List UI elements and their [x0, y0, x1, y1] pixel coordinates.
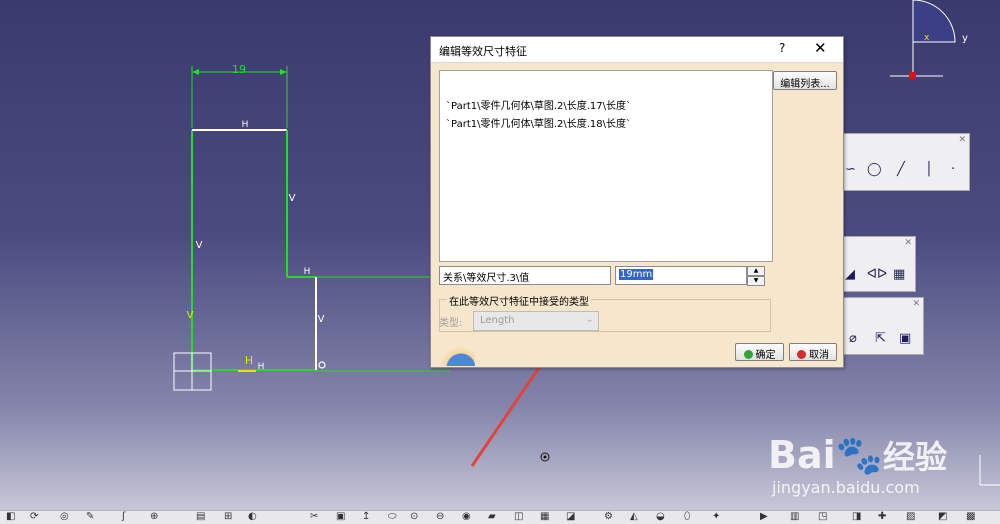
ellipse-icon[interactable]: ◯ [867, 162, 882, 177]
constraint-h: H [258, 362, 265, 372]
constraint-v: V [318, 314, 325, 325]
dimension-label[interactable]: 19 [232, 63, 246, 76]
eraser-icon[interactable]: ◢ [845, 267, 855, 282]
toolbar-icon[interactable]: ⬯ [684, 511, 690, 522]
constraint-v: V [196, 240, 203, 251]
constraint-toolbar[interactable]: ✕ ⌀ ⇱ ▣ [842, 297, 924, 355]
close-icon[interactable]: ✕ [814, 39, 827, 57]
type-label: 类型: [439, 318, 463, 329]
close-icon[interactable]: ✕ [958, 135, 966, 145]
close-icon[interactable]: ✕ [912, 299, 920, 309]
line-icon[interactable]: ╱ [897, 162, 905, 177]
value-input[interactable]: 19mm [615, 266, 747, 285]
dimension-icon[interactable]: ⇱ [875, 331, 886, 346]
cancel-icon [797, 350, 806, 359]
edit-list-button[interactable]: 编辑列表... [773, 71, 837, 90]
value-text: 19mm [619, 269, 654, 280]
mirror-icon[interactable]: ᐊᐅ [867, 267, 887, 282]
toolbar-icon[interactable]: ⊙ [410, 511, 418, 522]
toolbar-icon[interactable]: ◧ [6, 511, 15, 522]
catia-logo-icon [431, 342, 475, 366]
ok-button[interactable]: 确定 [735, 343, 784, 361]
bottom-toolbar[interactable]: ◧ ⟳ ◎ ✎ ʃ ⊕ ▤ ⊞ ◐ ✂ ▣ ↥ ⬭ ⊙ ⊖ ◉ ▰ ◫ ▦ ◪ … [0, 510, 1000, 524]
toolbar-icon[interactable]: ◫ [514, 511, 523, 522]
toolbar-icon[interactable]: ▦ [540, 511, 549, 522]
toolbar-icon[interactable]: ↥ [362, 511, 370, 522]
point-tool-icon[interactable]: · [951, 162, 955, 177]
axis-y-label: y [962, 33, 968, 44]
relation-field[interactable]: 关系\等效尺寸.3\值 [439, 266, 611, 285]
toolbar-icon[interactable]: ✎ [86, 511, 94, 522]
toolbar-icon[interactable]: ◭ [630, 511, 638, 522]
constraint-v: V [187, 310, 194, 321]
compass-icon[interactable] [912, 0, 956, 43]
constraint-icon[interactable]: ⌀ [849, 331, 857, 346]
toolbar-icon[interactable]: ◳ [818, 511, 827, 522]
cancel-button[interactable]: 取消 [789, 343, 837, 361]
dialog-title: 编辑等效尺寸特征 [439, 45, 527, 58]
axis-x-label: x [924, 33, 930, 43]
type-value: Length [480, 315, 515, 326]
point-icon [318, 361, 326, 369]
toolbar-icon[interactable]: ◐ [248, 511, 257, 522]
help-icon[interactable]: ? [779, 41, 785, 55]
equivalent-dimension-dialog: 编辑等效尺寸特征 ? ✕ `Part1\零件几何体\草图.2\长度.17\长度`… [430, 36, 844, 368]
parameter-list[interactable]: `Part1\零件几何体\草图.2\长度.17\长度` `Part1\零件几何体… [439, 70, 773, 262]
constraint-h: H [245, 354, 253, 367]
toolbar-icon[interactable]: ▨ [906, 511, 915, 522]
origin-point-icon [909, 72, 916, 79]
toolbar-icon[interactable]: ▣ [336, 511, 345, 522]
constraint-v: V [289, 193, 296, 204]
dialog-titlebar[interactable]: 编辑等效尺寸特征 ? ✕ [431, 37, 843, 63]
watermark-brand: Bai🐾经验 [768, 433, 947, 477]
toolbar-icon[interactable]: ◉ [462, 511, 471, 522]
fix-icon[interactable]: ▣ [899, 331, 911, 346]
toolbar-icon[interactable]: ◎ [60, 511, 69, 522]
value-spinner[interactable]: ▲ ▼ [747, 266, 765, 286]
relation-value: 关系\等效尺寸.3\值 [443, 273, 530, 284]
toolbar-icon[interactable]: ⊞ [224, 511, 232, 522]
type-select[interactable]: Length ⌄ [473, 311, 599, 331]
profile-line[interactable] [191, 130, 316, 371]
toolbar-icon[interactable]: ⬭ [388, 511, 397, 522]
spline-icon[interactable]: ∽ [845, 162, 856, 177]
toolbar-icon[interactable]: ✚ [878, 511, 886, 522]
toolbar-icon[interactable]: ✦ [712, 511, 720, 522]
toolbar-icon[interactable]: ʃ [122, 511, 125, 522]
toolbar-icon[interactable]: ▥ [790, 511, 799, 522]
project-icon[interactable]: ▦ [893, 267, 905, 282]
toolbar-icon[interactable]: ⊖ [436, 511, 444, 522]
spin-down-icon[interactable]: ▼ [747, 276, 765, 286]
toolbar-icon[interactable]: ◪ [566, 511, 575, 522]
toolbar-icon[interactable]: ⊕ [150, 511, 158, 522]
toolbar-icon[interactable]: ▶ [760, 511, 768, 522]
toolbar-icon[interactable]: ✂ [310, 511, 318, 522]
constraint-h: H [304, 267, 311, 277]
toolbar-icon[interactable]: ▰ [488, 511, 496, 522]
toolbar-icon[interactable]: ▩ [966, 511, 975, 522]
accepted-types-label: 在此等效尺寸特征中接受的类型 [447, 293, 591, 308]
toolbar-icon[interactable]: ◨ [852, 511, 861, 522]
operation-toolbar[interactable]: ✕ ◢ ᐊᐅ ▦ [842, 236, 916, 292]
axis-icon[interactable]: │ [925, 162, 933, 177]
spin-up-icon[interactable]: ▲ [747, 266, 765, 276]
sketch-tools-toolbar[interactable]: ✕ ∽ ◯ ╱ │ · [842, 133, 970, 191]
ok-icon [743, 350, 753, 359]
toolbar-icon[interactable]: ⚙ [604, 511, 613, 522]
list-item[interactable]: `Part1\零件几何体\草图.2\长度.18\长度` [446, 115, 631, 130]
list-item[interactable]: `Part1\零件几何体\草图.2\长度.17\长度` [446, 97, 631, 112]
toolbar-icon[interactable]: ▤ [196, 511, 205, 522]
toolbar-icon[interactable]: ⟳ [30, 511, 38, 522]
toolbar-icon[interactable]: ◩ [938, 511, 947, 522]
close-icon[interactable]: ✕ [904, 238, 912, 248]
watermark-url: jingyan.baidu.com [772, 478, 920, 497]
constraint-h: H [242, 120, 249, 130]
toolbar-icon[interactable]: ◒ [656, 511, 665, 522]
chevron-down-icon: ⌄ [585, 314, 594, 325]
